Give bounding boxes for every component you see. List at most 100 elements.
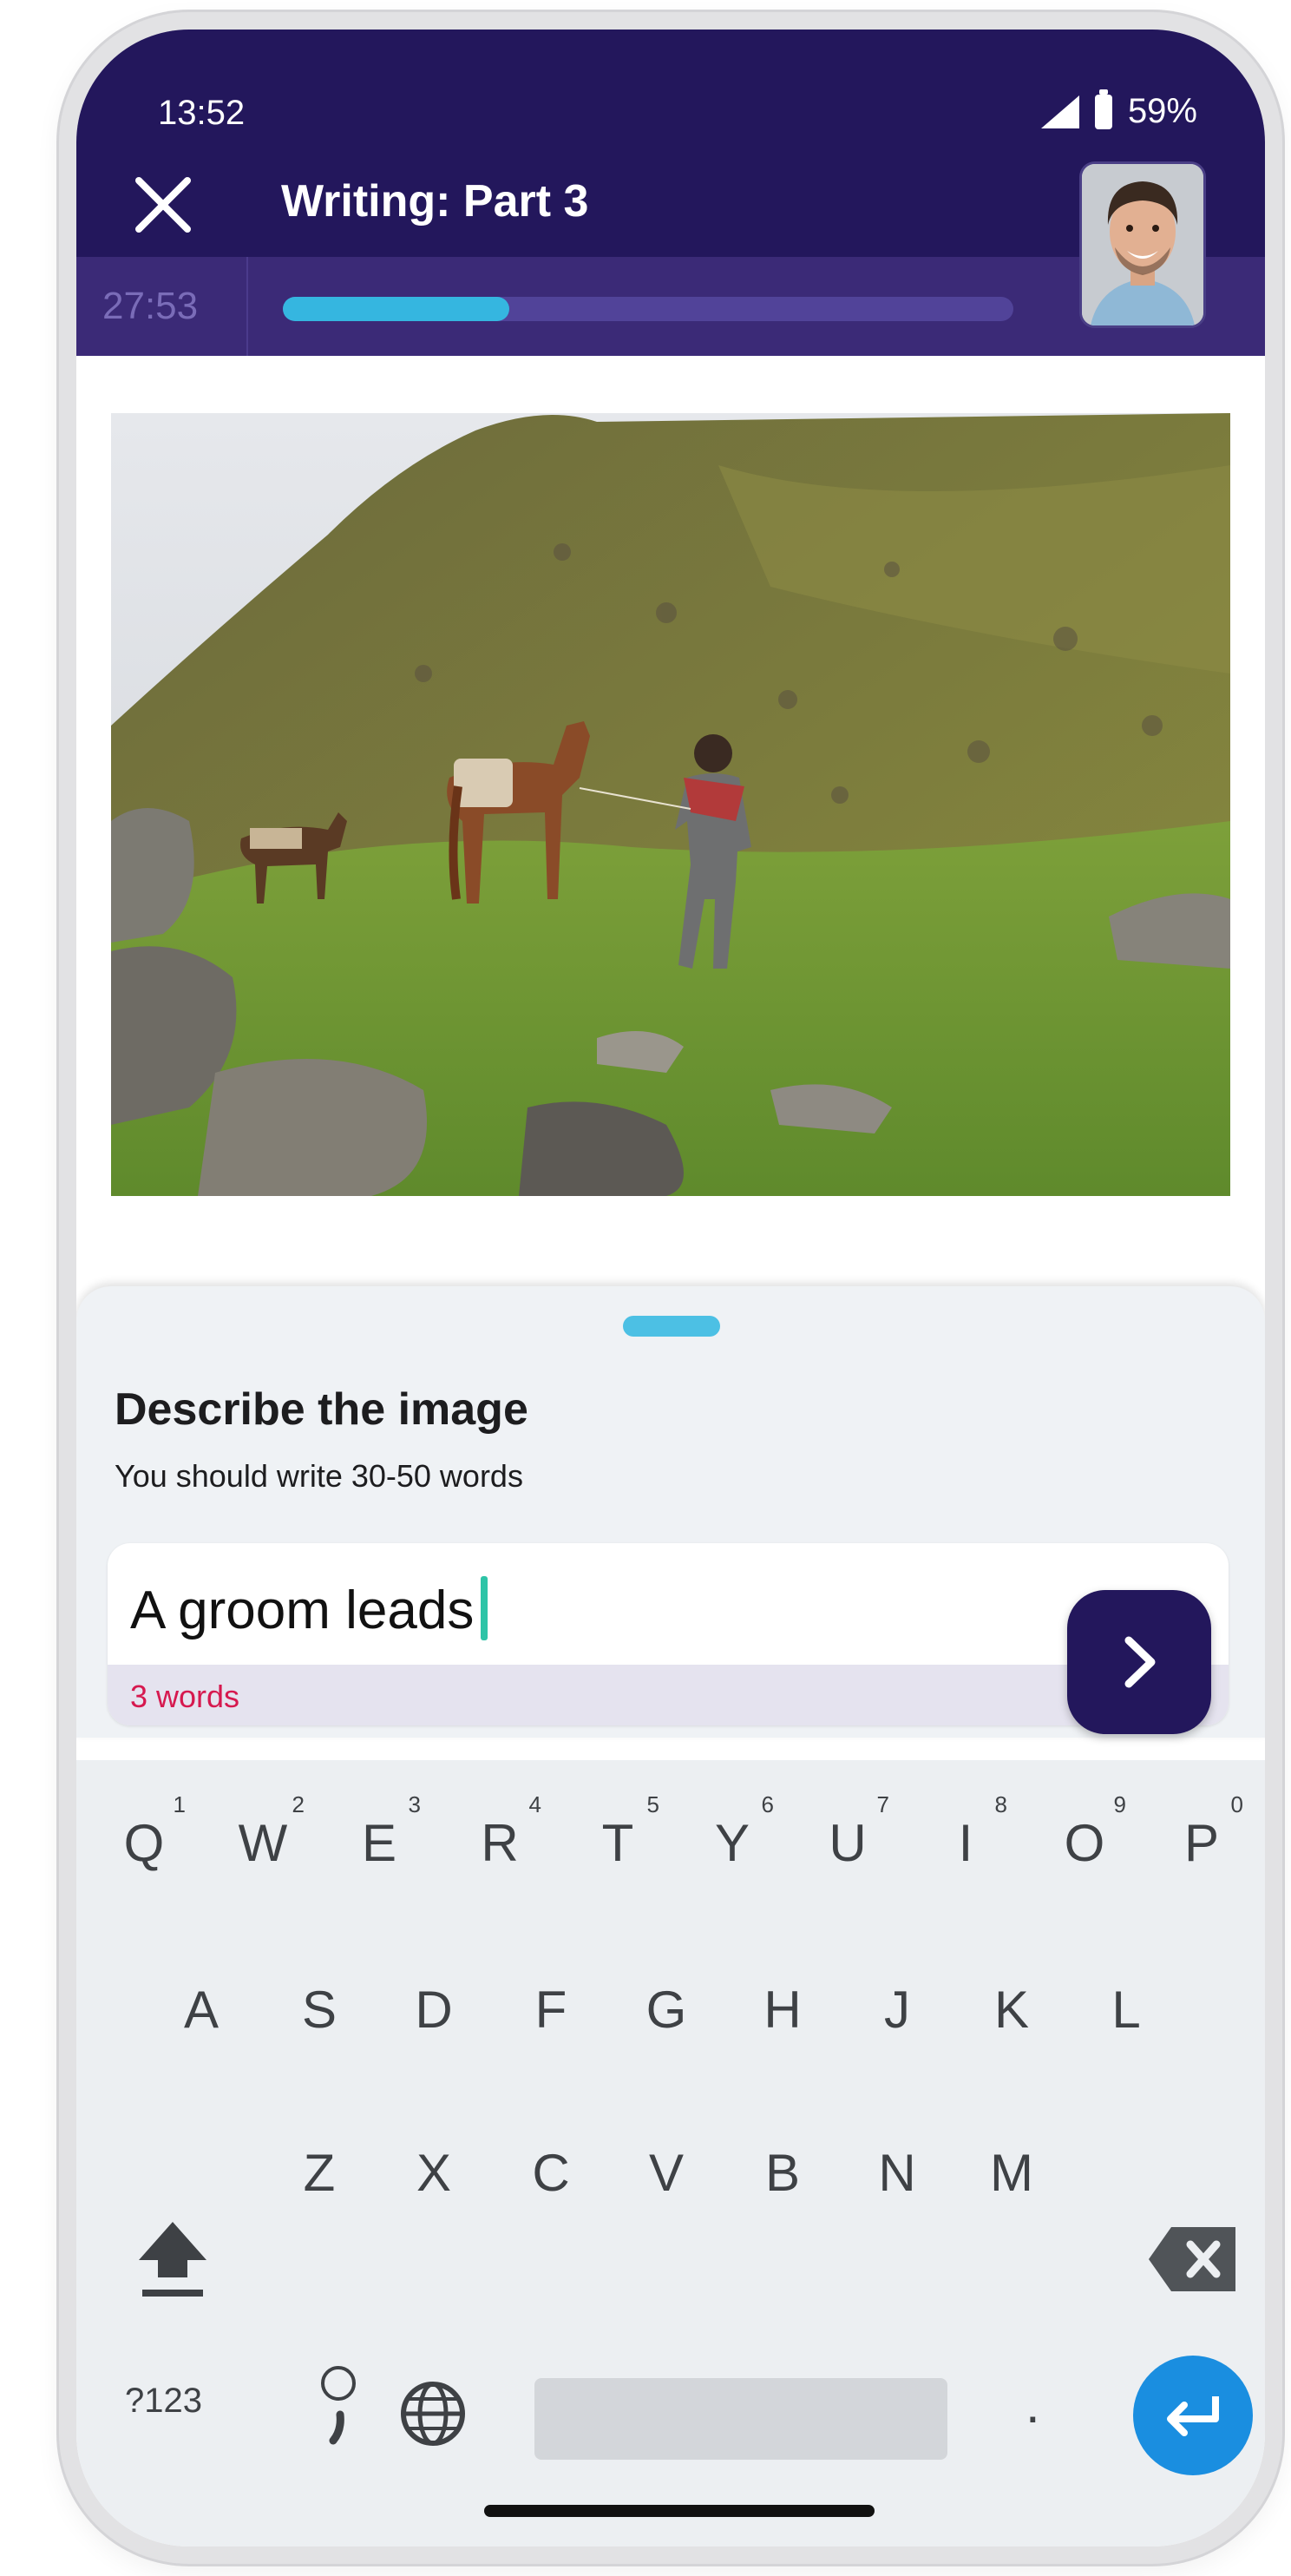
shift-key[interactable]: [134, 2215, 212, 2302]
comma-key[interactable]: [312, 2357, 364, 2453]
text-caret: [481, 1576, 488, 1640]
key-label: U: [829, 1814, 867, 1872]
phone-screen: 13:52 59% Writing: Part 3 27:53 Describe…: [76, 30, 1265, 2546]
page-title: Writing: Part 3: [281, 176, 589, 227]
key-r[interactable]: R4: [456, 1791, 543, 1896]
answer-input[interactable]: A groom leads 3 words: [108, 1543, 1229, 1725]
avatar-portrait: [1082, 164, 1203, 325]
key-number-hint: 3: [408, 1791, 421, 1817]
key-p[interactable]: P0: [1158, 1791, 1245, 1896]
key-h[interactable]: H: [739, 1958, 826, 2062]
key-t[interactable]: T5: [574, 1791, 661, 1896]
period-key[interactable]: .: [1026, 2375, 1040, 2435]
close-button[interactable]: [130, 172, 196, 238]
language-key[interactable]: [394, 2375, 472, 2453]
key-label: O: [1064, 1814, 1105, 1872]
keyboard-row-1: Q1W2E3R4T5Y6U7I8O9P0: [76, 1791, 1265, 1896]
shift-icon: [139, 2222, 206, 2297]
enter-key[interactable]: [1133, 2356, 1253, 2475]
key-label: R: [481, 1814, 519, 1872]
landscape-photo: [111, 413, 1230, 1196]
sheet-drag-handle[interactable]: [623, 1316, 720, 1337]
key-label: L: [1111, 1981, 1141, 2039]
key-z[interactable]: Z: [276, 2121, 363, 2225]
key-label: D: [415, 1981, 453, 2039]
prompt-instruction: You should write 30-50 words: [115, 1458, 523, 1494]
key-c[interactable]: C: [508, 2121, 594, 2225]
key-label: E: [361, 1814, 397, 1872]
key-label: P: [1183, 1814, 1220, 1872]
key-number-hint: 8: [994, 1791, 1007, 1817]
signal-icon: [1040, 95, 1079, 128]
key-o[interactable]: O9: [1041, 1791, 1128, 1896]
key-label: Y: [714, 1814, 750, 1872]
key-u[interactable]: U7: [804, 1791, 891, 1896]
key-label: B: [764, 2144, 801, 2202]
task-image: [111, 413, 1230, 1196]
key-b[interactable]: B: [739, 2121, 826, 2225]
key-a[interactable]: A: [158, 1958, 245, 2062]
keyboard-row-3: ZXCV BNM: [76, 2121, 1265, 2225]
backspace-icon: [1149, 2227, 1235, 2291]
symbols-key[interactable]: ?123: [125, 2382, 202, 2421]
space-key[interactable]: [534, 2378, 947, 2460]
submit-button[interactable]: [1067, 1590, 1211, 1734]
key-d[interactable]: D: [390, 1958, 477, 2062]
answer-text-wrap: A groom leads: [130, 1576, 488, 1641]
key-number-hint: 4: [528, 1791, 541, 1817]
word-count: 3 words: [130, 1679, 240, 1714]
key-label: X: [416, 2144, 452, 2202]
key-v[interactable]: V: [623, 2121, 710, 2225]
key-q[interactable]: Q1: [101, 1791, 187, 1896]
prompt-title: Describe the image: [115, 1384, 528, 1435]
word-count-strip: 3 words: [108, 1665, 1229, 1725]
key-label: K: [993, 1981, 1030, 2039]
key-j[interactable]: J: [854, 1958, 940, 2062]
key-number-hint: 2: [292, 1791, 305, 1817]
key-e[interactable]: E3: [336, 1791, 423, 1896]
battery-percent: 59%: [1127, 92, 1197, 130]
key-n[interactable]: N: [854, 2121, 940, 2225]
examiner-avatar: [1079, 161, 1206, 328]
key-s[interactable]: S: [276, 1958, 363, 2062]
key-label: S: [301, 1981, 337, 2039]
key-i[interactable]: I8: [922, 1791, 1009, 1896]
key-number-hint: 6: [761, 1791, 774, 1817]
answer-text: A groom leads: [130, 1580, 475, 1640]
key-label: V: [648, 2144, 685, 2202]
key-k[interactable]: K: [968, 1958, 1055, 2062]
status-time: 13:52: [158, 94, 246, 132]
key-label: W: [238, 1814, 288, 1872]
key-label: H: [763, 1981, 802, 2039]
key-x[interactable]: X: [390, 2121, 477, 2225]
home-indicator[interactable]: [484, 2505, 875, 2517]
enter-icon: [1167, 2396, 1219, 2436]
globe-icon: [401, 2382, 465, 2446]
progress-fill: [283, 297, 510, 321]
key-g[interactable]: G: [623, 1958, 710, 2062]
comma-mic-icon: [321, 2366, 356, 2445]
status-indicators: 59%: [1040, 89, 1197, 131]
key-label: M: [990, 2144, 1033, 2202]
timer-text: 27:53: [102, 285, 199, 327]
backspace-key[interactable]: [1145, 2220, 1241, 2298]
keyboard-row-2: A S DFG H J K L: [76, 1958, 1265, 2062]
key-label: T: [601, 1814, 634, 1872]
key-w[interactable]: W2: [220, 1791, 306, 1896]
chevron-right-icon: [1124, 1636, 1156, 1688]
key-y[interactable]: Y6: [689, 1791, 776, 1896]
key-l[interactable]: L: [1083, 1958, 1170, 2062]
key-number-hint: 1: [173, 1791, 186, 1817]
key-number-hint: 7: [876, 1791, 889, 1817]
key-number-hint: 5: [646, 1791, 659, 1817]
key-label: I: [958, 1814, 973, 1872]
key-label: A: [183, 1981, 220, 2039]
key-label: Q: [123, 1814, 165, 1872]
key-f[interactable]: F: [508, 1958, 594, 2062]
key-label: G: [646, 1981, 687, 2039]
key-number-hint: 0: [1230, 1791, 1243, 1817]
key-label: J: [884, 1981, 910, 2039]
key-number-hint: 9: [1113, 1791, 1126, 1817]
progress-track: [283, 297, 1013, 321]
key-m[interactable]: M: [968, 2121, 1055, 2225]
